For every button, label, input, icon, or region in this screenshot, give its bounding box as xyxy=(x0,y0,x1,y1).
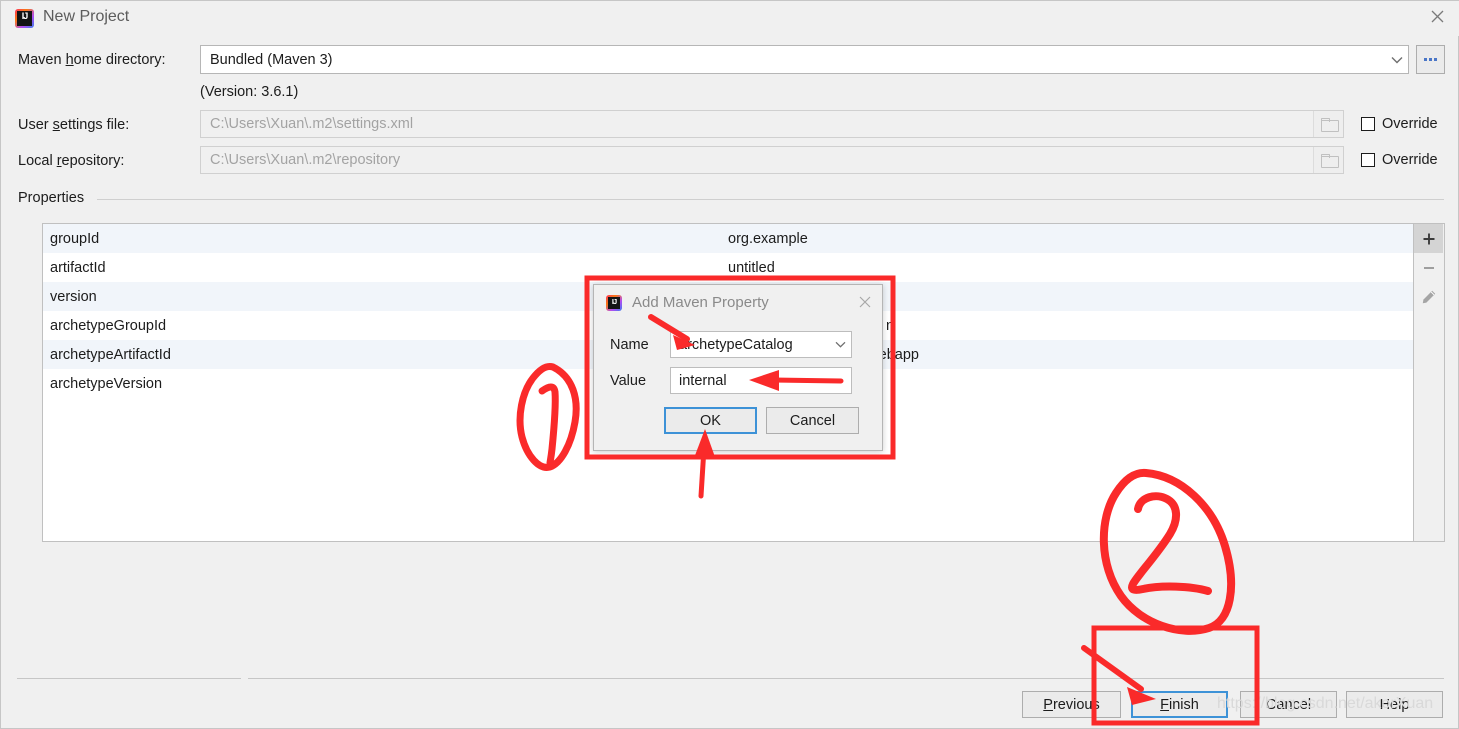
user-settings-override-label: Override xyxy=(1382,116,1438,132)
local-repository-value: C:\Users\Xuan\.m2\repository xyxy=(210,152,401,168)
watermark-text: https://blog.csdn.net/akorXuan xyxy=(1217,695,1434,712)
close-icon[interactable] xyxy=(856,293,874,311)
close-icon[interactable] xyxy=(1414,1,1459,31)
local-repository-label: Local repository: xyxy=(18,153,125,169)
maven-home-directory-combo[interactable]: Bundled (Maven 3) xyxy=(200,45,1409,74)
folder-icon[interactable] xyxy=(1313,147,1343,173)
window-title: New Project xyxy=(43,8,130,25)
user-settings-override-checkbox[interactable]: Override xyxy=(1361,116,1438,132)
name-combo[interactable]: archetypeCatalog xyxy=(670,331,852,358)
ok-button[interactable]: OK xyxy=(664,407,757,434)
minus-icon xyxy=(1423,266,1434,269)
plus-icon xyxy=(1423,233,1434,244)
properties-toolbar xyxy=(1414,223,1445,542)
user-settings-file-value: C:\Users\Xuan\.m2\settings.xml xyxy=(210,116,414,132)
maven-version-note: (Version: 3.6.1) xyxy=(200,84,299,100)
property-value: n xyxy=(886,317,895,334)
intellij-idea-logo-icon xyxy=(15,9,34,28)
property-value: org.example xyxy=(728,230,808,247)
pencil-icon xyxy=(1422,290,1435,303)
maven-home-directory-label: Maven home directory: xyxy=(18,52,166,68)
user-settings-file-field[interactable]: C:\Users\Xuan\.m2\settings.xml xyxy=(200,110,1344,138)
edit-property-button[interactable] xyxy=(1414,282,1443,311)
ok-button-label: OK xyxy=(700,412,721,429)
remove-property-button[interactable] xyxy=(1414,253,1443,282)
value-input-text: internal xyxy=(679,372,727,389)
name-label: Name xyxy=(610,337,649,353)
checkbox-box[interactable] xyxy=(1361,153,1375,167)
local-repository-override-checkbox[interactable]: Override xyxy=(1361,152,1438,168)
value-label: Value xyxy=(610,373,647,389)
intellij-idea-logo-icon xyxy=(606,295,622,311)
user-settings-file-label: User settings file: xyxy=(18,117,130,133)
dialog-title-bar: Add Maven Property xyxy=(594,285,884,323)
table-row[interactable]: groupId org.example xyxy=(43,224,1413,253)
group-divider xyxy=(97,199,1444,200)
properties-group-label: Properties xyxy=(18,190,92,206)
previous-button-label: Previous xyxy=(1043,696,1100,713)
property-value: untitled xyxy=(728,259,775,276)
local-repository-field[interactable]: C:\Users\Xuan\.m2\repository xyxy=(200,146,1344,174)
folder-icon[interactable] xyxy=(1313,111,1343,137)
table-row[interactable]: artifactId untitled xyxy=(43,253,1413,282)
maven-home-browse-button[interactable] xyxy=(1416,45,1445,74)
finish-button-label: Finish xyxy=(1160,696,1199,713)
previous-button[interactable]: Previous xyxy=(1022,691,1121,718)
footer-divider-right xyxy=(248,678,1444,679)
value-input[interactable]: internal xyxy=(670,367,852,394)
dialog-title: Add Maven Property xyxy=(632,294,769,311)
local-repository-override-label: Override xyxy=(1382,152,1438,168)
cancel-button[interactable]: Cancel xyxy=(766,407,859,434)
footer-divider-left xyxy=(17,678,241,679)
checkbox-box[interactable] xyxy=(1361,117,1375,131)
finish-button[interactable]: Finish xyxy=(1131,691,1228,718)
title-bar: New Project xyxy=(1,1,1459,36)
chevron-down-icon[interactable] xyxy=(829,341,851,348)
property-key: artifactId xyxy=(50,259,106,276)
new-project-dialog: New Project Maven home directory: Bundle… xyxy=(0,0,1459,729)
add-property-button[interactable] xyxy=(1414,224,1443,253)
name-value: archetypeCatalog xyxy=(679,336,793,353)
chevron-down-icon[interactable] xyxy=(1386,56,1408,64)
property-key: groupId xyxy=(50,230,100,247)
dialog-cancel-button-label: Cancel xyxy=(789,412,836,429)
add-maven-property-dialog: Add Maven Property Name archetypeCatalog… xyxy=(593,284,883,451)
maven-home-directory-value: Bundled (Maven 3) xyxy=(210,51,333,68)
